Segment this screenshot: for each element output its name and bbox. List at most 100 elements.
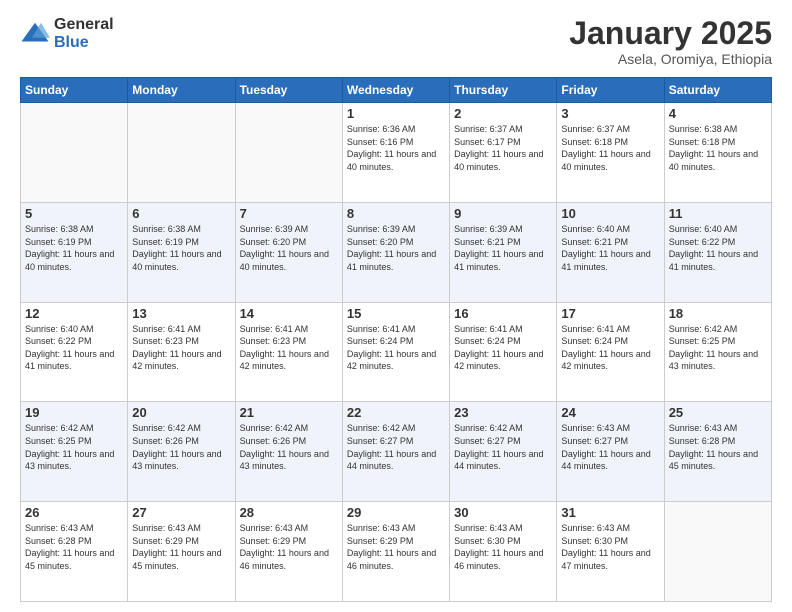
day-info: Sunrise: 6:43 AMSunset: 6:28 PMDaylight:… xyxy=(669,422,767,472)
day-number: 1 xyxy=(347,106,445,121)
day-number: 15 xyxy=(347,306,445,321)
day-number: 30 xyxy=(454,505,552,520)
day-info: Sunrise: 6:42 AMSunset: 6:25 PMDaylight:… xyxy=(669,323,767,373)
day-info: Sunrise: 6:37 AMSunset: 6:17 PMDaylight:… xyxy=(454,123,552,173)
calendar-table: SundayMondayTuesdayWednesdayThursdayFrid… xyxy=(20,77,772,602)
day-info: Sunrise: 6:38 AMSunset: 6:19 PMDaylight:… xyxy=(25,223,123,273)
calendar-cell xyxy=(128,103,235,203)
calendar-cell: 28 Sunrise: 6:43 AMSunset: 6:29 PMDayligh… xyxy=(235,502,342,602)
day-info: Sunrise: 6:43 AMSunset: 6:27 PMDaylight:… xyxy=(561,422,659,472)
calendar-cell: 8 Sunrise: 6:39 AMSunset: 6:20 PMDaylight… xyxy=(342,202,449,302)
day-number: 18 xyxy=(669,306,767,321)
day-number: 28 xyxy=(240,505,338,520)
day-number: 29 xyxy=(347,505,445,520)
day-number: 27 xyxy=(132,505,230,520)
day-info: Sunrise: 6:39 AMSunset: 6:20 PMDaylight:… xyxy=(240,223,338,273)
logo-general: General xyxy=(54,16,114,34)
calendar-cell: 27 Sunrise: 6:43 AMSunset: 6:29 PMDayligh… xyxy=(128,502,235,602)
day-number: 10 xyxy=(561,206,659,221)
day-info: Sunrise: 6:43 AMSunset: 6:29 PMDaylight:… xyxy=(347,522,445,572)
calendar-cell: 4 Sunrise: 6:38 AMSunset: 6:18 PMDaylight… xyxy=(664,103,771,203)
day-number: 4 xyxy=(669,106,767,121)
day-info: Sunrise: 6:39 AMSunset: 6:20 PMDaylight:… xyxy=(347,223,445,273)
calendar-cell: 19 Sunrise: 6:42 AMSunset: 6:25 PMDayligh… xyxy=(21,402,128,502)
calendar-cell: 6 Sunrise: 6:38 AMSunset: 6:19 PMDaylight… xyxy=(128,202,235,302)
day-info: Sunrise: 6:38 AMSunset: 6:19 PMDaylight:… xyxy=(132,223,230,273)
calendar-cell: 7 Sunrise: 6:39 AMSunset: 6:20 PMDaylight… xyxy=(235,202,342,302)
day-number: 21 xyxy=(240,405,338,420)
day-info: Sunrise: 6:42 AMSunset: 6:26 PMDaylight:… xyxy=(240,422,338,472)
day-number: 8 xyxy=(347,206,445,221)
col-header-saturday: Saturday xyxy=(664,78,771,103)
day-info: Sunrise: 6:41 AMSunset: 6:23 PMDaylight:… xyxy=(132,323,230,373)
day-info: Sunrise: 6:43 AMSunset: 6:28 PMDaylight:… xyxy=(25,522,123,572)
day-number: 7 xyxy=(240,206,338,221)
day-info: Sunrise: 6:42 AMSunset: 6:27 PMDaylight:… xyxy=(454,422,552,472)
week-row-4: 19 Sunrise: 6:42 AMSunset: 6:25 PMDayligh… xyxy=(21,402,772,502)
calendar-cell: 11 Sunrise: 6:40 AMSunset: 6:22 PMDayligh… xyxy=(664,202,771,302)
day-number: 12 xyxy=(25,306,123,321)
week-row-5: 26 Sunrise: 6:43 AMSunset: 6:28 PMDayligh… xyxy=(21,502,772,602)
day-info: Sunrise: 6:43 AMSunset: 6:29 PMDaylight:… xyxy=(132,522,230,572)
calendar-cell: 25 Sunrise: 6:43 AMSunset: 6:28 PMDayligh… xyxy=(664,402,771,502)
col-header-tuesday: Tuesday xyxy=(235,78,342,103)
day-info: Sunrise: 6:38 AMSunset: 6:18 PMDaylight:… xyxy=(669,123,767,173)
col-header-thursday: Thursday xyxy=(450,78,557,103)
day-info: Sunrise: 6:40 AMSunset: 6:22 PMDaylight:… xyxy=(25,323,123,373)
day-info: Sunrise: 6:40 AMSunset: 6:22 PMDaylight:… xyxy=(669,223,767,273)
day-number: 22 xyxy=(347,405,445,420)
day-number: 31 xyxy=(561,505,659,520)
calendar-cell: 2 Sunrise: 6:37 AMSunset: 6:17 PMDaylight… xyxy=(450,103,557,203)
calendar-cell: 17Sunrise: 6:41 AMSunset: 6:24 PMDayligh… xyxy=(557,302,664,402)
day-info: Sunrise: 6:42 AMSunset: 6:27 PMDaylight:… xyxy=(347,422,445,472)
day-number: 6 xyxy=(132,206,230,221)
day-info: Sunrise: 6:36 AMSunset: 6:16 PMDaylight:… xyxy=(347,123,445,173)
calendar-cell: 21 Sunrise: 6:42 AMSunset: 6:26 PMDayligh… xyxy=(235,402,342,502)
title-area: January 2025 Asela, Oromiya, Ethiopia xyxy=(569,16,772,67)
calendar-cell: 12 Sunrise: 6:40 AMSunset: 6:22 PMDayligh… xyxy=(21,302,128,402)
day-number: 20 xyxy=(132,405,230,420)
calendar-cell: 18 Sunrise: 6:42 AMSunset: 6:25 PMDayligh… xyxy=(664,302,771,402)
calendar-cell xyxy=(235,103,342,203)
calendar-cell: 29 Sunrise: 6:43 AMSunset: 6:29 PMDayligh… xyxy=(342,502,449,602)
calendar-header-row: SundayMondayTuesdayWednesdayThursdayFrid… xyxy=(21,78,772,103)
calendar-cell: 24Sunrise: 6:43 AMSunset: 6:27 PMDayligh… xyxy=(557,402,664,502)
day-info: Sunrise: 6:41 AMSunset: 6:23 PMDaylight:… xyxy=(240,323,338,373)
day-number: 5 xyxy=(25,206,123,221)
calendar-cell: 5 Sunrise: 6:38 AMSunset: 6:19 PMDaylight… xyxy=(21,202,128,302)
day-info: Sunrise: 6:42 AMSunset: 6:25 PMDaylight:… xyxy=(25,422,123,472)
day-number: 17 xyxy=(561,306,659,321)
week-row-1: 1 Sunrise: 6:36 AMSunset: 6:16 PMDaylight… xyxy=(21,103,772,203)
header: General Blue January 2025 Asela, Oromiya… xyxy=(20,16,772,67)
logo-icon xyxy=(20,19,50,49)
col-header-sunday: Sunday xyxy=(21,78,128,103)
week-row-3: 12 Sunrise: 6:40 AMSunset: 6:22 PMDayligh… xyxy=(21,302,772,402)
day-number: 19 xyxy=(25,405,123,420)
calendar-cell: 20Sunrise: 6:42 AMSunset: 6:26 PMDayligh… xyxy=(128,402,235,502)
calendar-cell: 26 Sunrise: 6:43 AMSunset: 6:28 PMDayligh… xyxy=(21,502,128,602)
day-number: 2 xyxy=(454,106,552,121)
day-number: 11 xyxy=(669,206,767,221)
day-info: Sunrise: 6:43 AMSunset: 6:29 PMDaylight:… xyxy=(240,522,338,572)
calendar-cell: 31Sunrise: 6:43 AMSunset: 6:30 PMDayligh… xyxy=(557,502,664,602)
calendar-cell: 16Sunrise: 6:41 AMSunset: 6:24 PMDayligh… xyxy=(450,302,557,402)
col-header-wednesday: Wednesday xyxy=(342,78,449,103)
main-title: January 2025 xyxy=(569,16,772,51)
calendar-cell: 9 Sunrise: 6:39 AMSunset: 6:21 PMDaylight… xyxy=(450,202,557,302)
calendar-cell: 15Sunrise: 6:41 AMSunset: 6:24 PMDayligh… xyxy=(342,302,449,402)
calendar-cell: 13 Sunrise: 6:41 AMSunset: 6:23 PMDayligh… xyxy=(128,302,235,402)
calendar-cell: 22 Sunrise: 6:42 AMSunset: 6:27 PMDayligh… xyxy=(342,402,449,502)
calendar-cell: 3Sunrise: 6:37 AMSunset: 6:18 PMDaylight… xyxy=(557,103,664,203)
calendar-cell: 14Sunrise: 6:41 AMSunset: 6:23 PMDayligh… xyxy=(235,302,342,402)
week-row-2: 5 Sunrise: 6:38 AMSunset: 6:19 PMDaylight… xyxy=(21,202,772,302)
calendar-cell xyxy=(21,103,128,203)
page: General Blue January 2025 Asela, Oromiya… xyxy=(0,0,792,612)
day-info: Sunrise: 6:39 AMSunset: 6:21 PMDaylight:… xyxy=(454,223,552,273)
calendar-cell: 1 Sunrise: 6:36 AMSunset: 6:16 PMDaylight… xyxy=(342,103,449,203)
day-number: 26 xyxy=(25,505,123,520)
day-number: 9 xyxy=(454,206,552,221)
day-number: 25 xyxy=(669,405,767,420)
day-number: 13 xyxy=(132,306,230,321)
col-header-monday: Monday xyxy=(128,78,235,103)
day-info: Sunrise: 6:43 AMSunset: 6:30 PMDaylight:… xyxy=(454,522,552,572)
